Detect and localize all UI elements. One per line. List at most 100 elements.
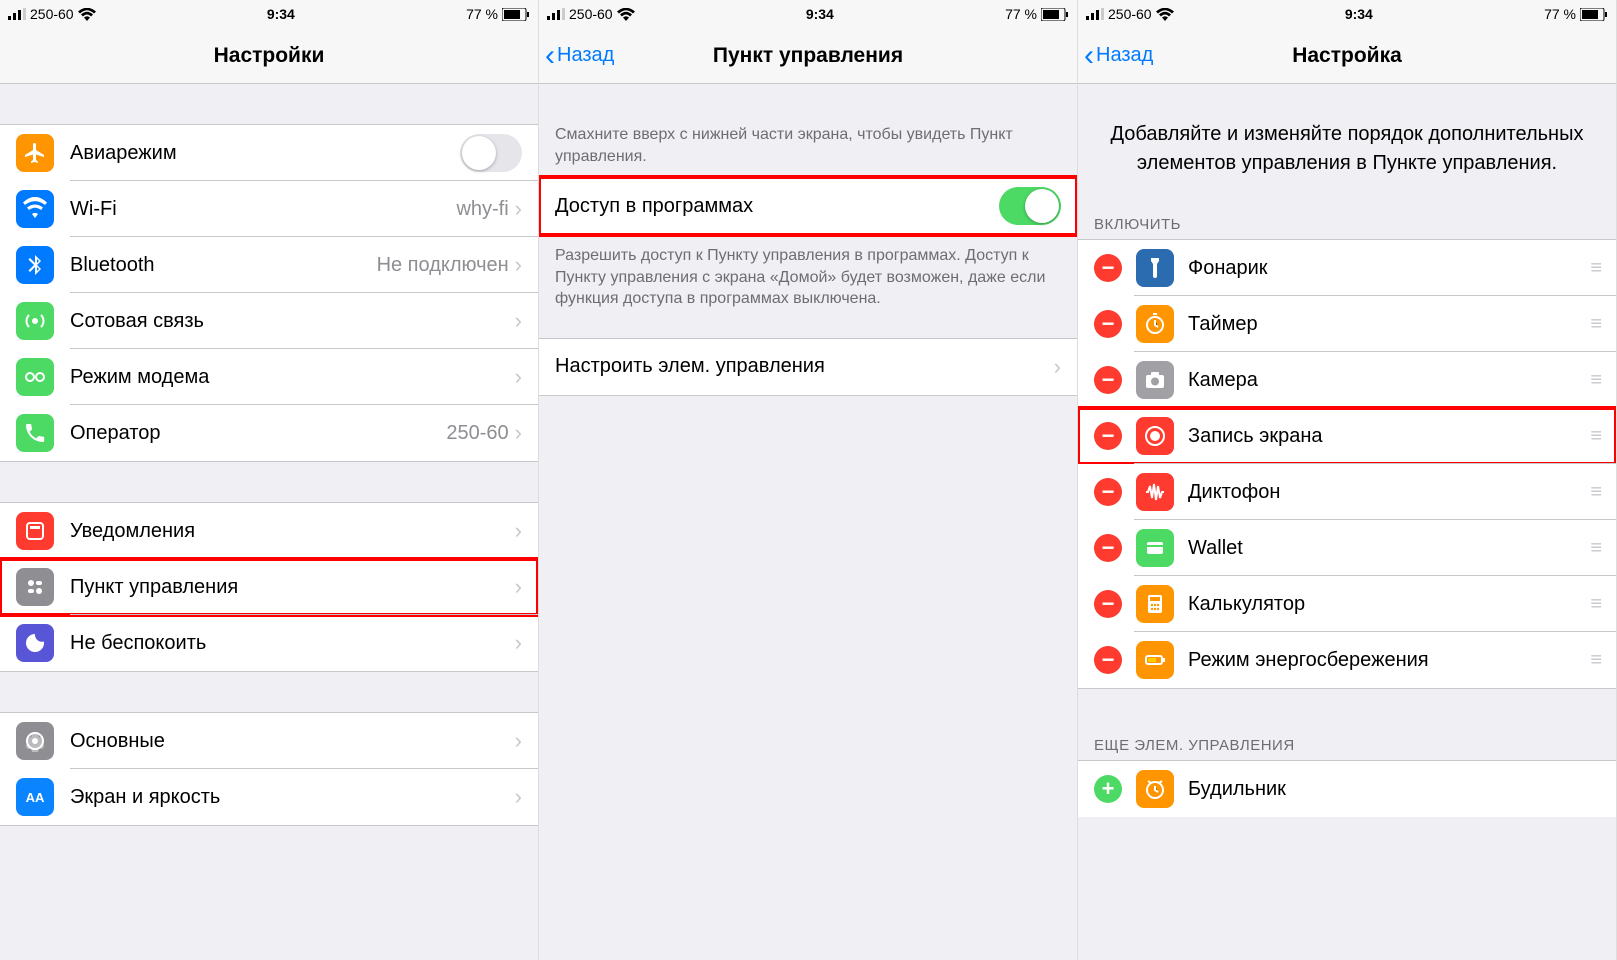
back-button[interactable]: ‹Назад xyxy=(539,41,614,71)
control-row-timer: − Таймер≡ xyxy=(1078,296,1616,352)
settings-row-airplane[interactable]: Авиарежим xyxy=(0,125,538,181)
drag-handle-icon[interactable]: ≡ xyxy=(1590,257,1600,280)
carrier-text: 250-60 xyxy=(569,6,613,22)
dnd-icon xyxy=(16,624,54,662)
chevron-right-icon: › xyxy=(515,196,522,222)
drag-handle-icon[interactable]: ≡ xyxy=(1590,649,1600,672)
signal-icon xyxy=(547,8,565,20)
row-label: Настроить элем. управления xyxy=(555,355,1054,378)
flashlight-icon xyxy=(1136,249,1174,287)
chevron-right-icon: › xyxy=(515,574,522,600)
row-customize-controls[interactable]: Настроить элем. управления › xyxy=(539,339,1077,395)
status-bar: 250-60 9:34 77 % xyxy=(539,0,1077,28)
chevron-left-icon: ‹ xyxy=(545,41,555,71)
nav-bar: ‹Назад Настройка xyxy=(1078,28,1616,84)
control-row-alarm: +Будильник xyxy=(1078,761,1616,817)
remove-button[interactable]: − xyxy=(1094,254,1122,282)
chevron-right-icon: › xyxy=(1054,354,1061,380)
settings-row-dnd[interactable]: Не беспокоить› xyxy=(0,615,538,671)
row-label: Режим энергосбережения xyxy=(1188,649,1590,672)
settings-row-general[interactable]: Основные› xyxy=(0,713,538,769)
status-bar: 250-60 9:34 77 % xyxy=(0,0,538,28)
row-label: Не беспокоить xyxy=(70,632,515,655)
row-label: Таймер xyxy=(1188,313,1590,336)
drag-handle-icon[interactable]: ≡ xyxy=(1590,593,1600,616)
battery-icon xyxy=(1580,8,1608,21)
settings-group-1: Авиарежим Wi-Fiwhy-fi›BluetoothНе подключ… xyxy=(0,124,538,462)
add-button[interactable]: + xyxy=(1094,775,1122,803)
battery-text: 77 % xyxy=(466,6,498,22)
svg-text:AA: AA xyxy=(26,790,45,805)
status-time: 9:34 xyxy=(267,6,295,22)
drag-handle-icon[interactable]: ≡ xyxy=(1590,537,1600,560)
settings-row-display[interactable]: AAЭкран и яркость› xyxy=(0,769,538,825)
settings-row-antenna[interactable]: Сотовая связь› xyxy=(0,293,538,349)
screen-customize-controls: 250-60 9:34 77 % ‹Назад Настройка Добавл… xyxy=(1078,0,1617,960)
included-controls-list: −Фонарик≡−Таймер≡−Камера≡−Запись экрана≡… xyxy=(1078,239,1616,689)
remove-button[interactable]: − xyxy=(1094,310,1122,338)
chevron-right-icon: › xyxy=(515,308,522,334)
drag-handle-icon[interactable]: ≡ xyxy=(1590,313,1600,336)
controlcenter-icon xyxy=(16,568,54,606)
battery-text: 77 % xyxy=(1544,6,1576,22)
remove-button[interactable]: − xyxy=(1094,422,1122,450)
remove-button[interactable]: − xyxy=(1094,478,1122,506)
settings-row-controlcenter[interactable]: Пункт управления› xyxy=(0,559,538,615)
toggle[interactable] xyxy=(460,134,522,172)
status-time: 9:34 xyxy=(806,6,834,22)
remove-button[interactable]: − xyxy=(1094,646,1122,674)
screen-control-center: 250-60 9:34 77 % ‹Назад Пункт управления… xyxy=(539,0,1078,960)
signal-icon xyxy=(1086,8,1104,20)
row-label: Wallet xyxy=(1188,537,1590,560)
settings-row-notifications[interactable]: Уведомления› xyxy=(0,503,538,559)
settings-group-2: Уведомления›Пункт управления›Не беспокои… xyxy=(0,502,538,672)
nav-title: Настройка xyxy=(1078,44,1616,68)
calc-icon xyxy=(1136,585,1174,623)
timer-icon xyxy=(1136,305,1174,343)
drag-handle-icon[interactable]: ≡ xyxy=(1590,369,1600,392)
chevron-right-icon: › xyxy=(515,420,522,446)
notifications-icon xyxy=(16,512,54,550)
nav-title: Пункт управления xyxy=(539,44,1077,68)
remove-button[interactable]: − xyxy=(1094,590,1122,618)
row-label: Доступ в программах xyxy=(555,195,999,218)
wifi-icon xyxy=(16,190,54,228)
row-label: Фонарик xyxy=(1188,257,1590,280)
hotspot-icon xyxy=(16,358,54,396)
toggle-access-in-apps[interactable] xyxy=(999,187,1061,225)
row-label: Запись экрана xyxy=(1188,425,1590,448)
row-label: Сотовая связь xyxy=(70,310,515,333)
chevron-right-icon: › xyxy=(515,630,522,656)
settings-row-phone[interactable]: Оператор250-60› xyxy=(0,405,538,461)
back-button[interactable]: ‹Назад xyxy=(1078,41,1153,71)
wifi-icon xyxy=(1156,8,1174,21)
remove-button[interactable]: − xyxy=(1094,366,1122,394)
settings-row-bluetooth[interactable]: BluetoothНе подключен› xyxy=(0,237,538,293)
wallet-icon xyxy=(1136,529,1174,567)
drag-handle-icon[interactable]: ≡ xyxy=(1590,425,1600,448)
voice-icon xyxy=(1136,473,1174,511)
battery-text: 77 % xyxy=(1005,6,1037,22)
battery-icon xyxy=(502,8,530,21)
row-label: Диктофон xyxy=(1188,481,1590,504)
wifi-icon xyxy=(617,8,635,21)
nav-bar: ‹Назад Пункт управления xyxy=(539,28,1077,84)
bluetooth-icon xyxy=(16,246,54,284)
control-row-record: − Запись экрана≡ xyxy=(1078,408,1616,464)
control-row-camera: −Камера≡ xyxy=(1078,352,1616,408)
airplane-icon xyxy=(16,134,54,172)
row-label: Авиарежим xyxy=(70,142,460,165)
nav-bar: Настройки xyxy=(0,28,538,84)
drag-handle-icon[interactable]: ≡ xyxy=(1590,481,1600,504)
row-label: Экран и яркость xyxy=(70,786,515,809)
row-label: Уведомления xyxy=(70,520,515,543)
status-bar: 250-60 9:34 77 % xyxy=(1078,0,1616,28)
row-label: Wi-Fi xyxy=(70,198,456,221)
chevron-right-icon: › xyxy=(515,364,522,390)
settings-row-hotspot[interactable]: Режим модема› xyxy=(0,349,538,405)
settings-row-wifi[interactable]: Wi-Fiwhy-fi› xyxy=(0,181,538,237)
row-access-in-apps[interactable]: Доступ в программах xyxy=(539,178,1077,234)
row-label: Пункт управления xyxy=(70,576,515,599)
remove-button[interactable]: − xyxy=(1094,534,1122,562)
description-1: Смахните вверх с нижней части экрана, чт… xyxy=(539,114,1077,177)
